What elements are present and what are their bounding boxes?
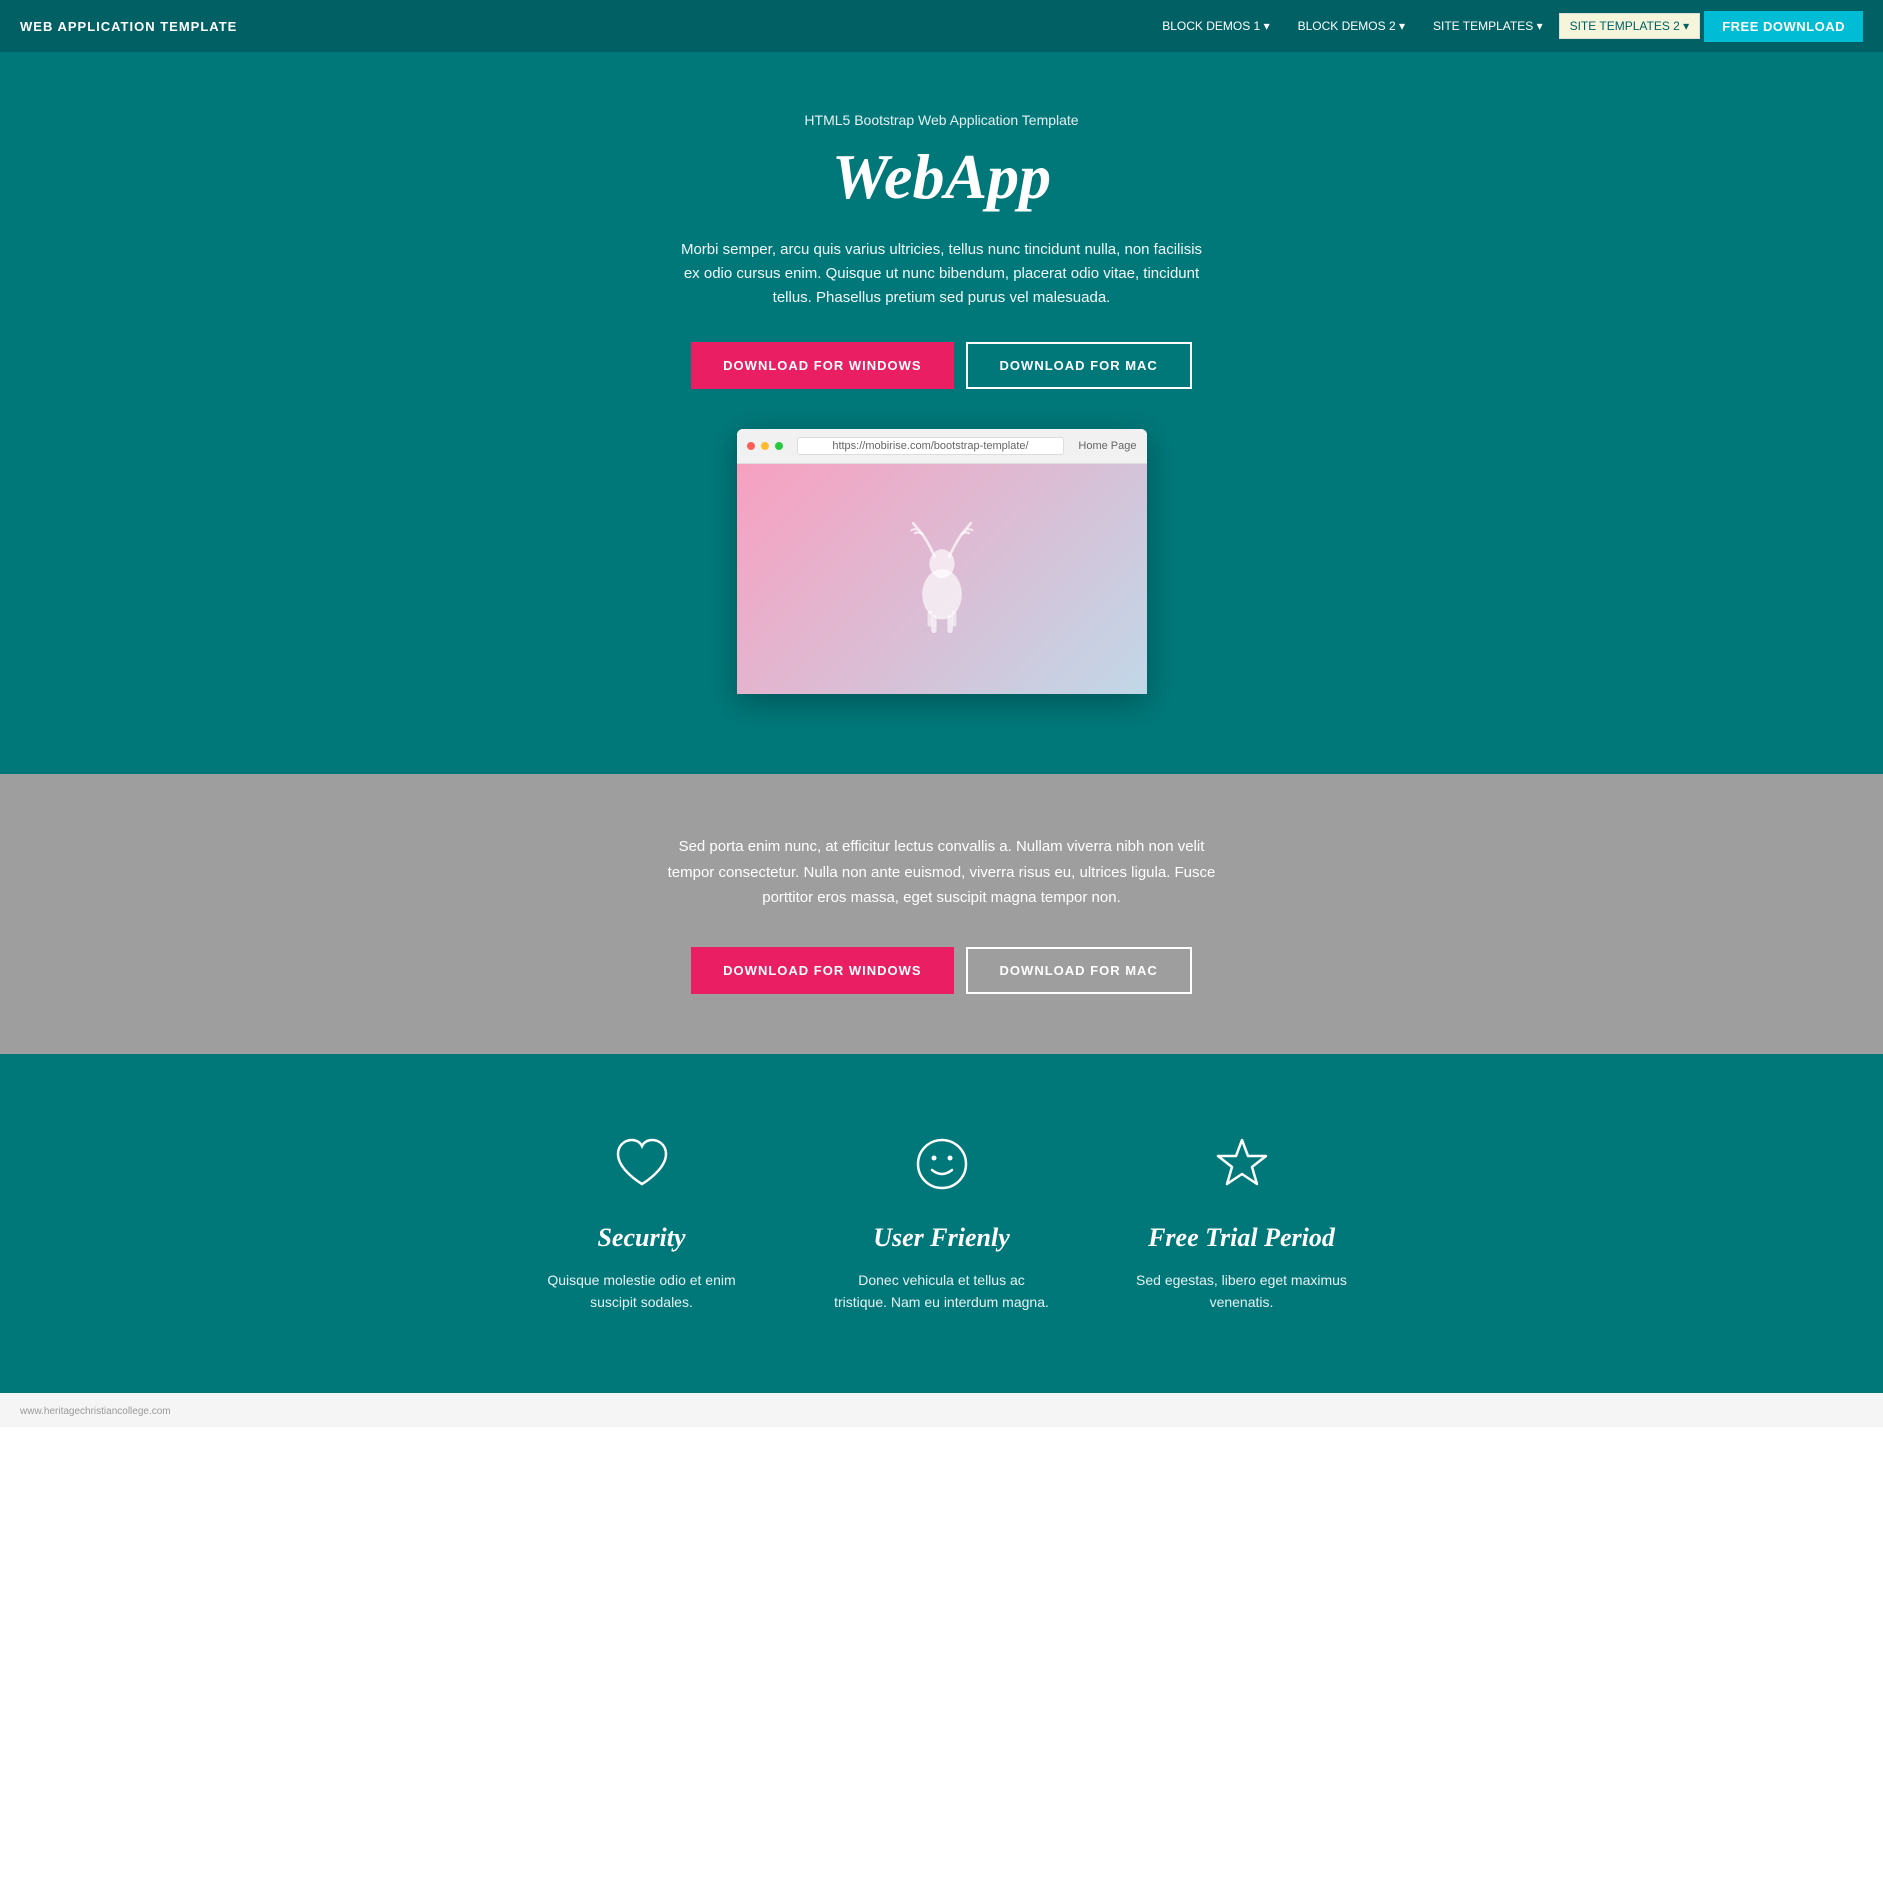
nav-block-demos-1[interactable]: BLOCK DEMOS 1 ▾	[1150, 11, 1281, 41]
browser-content	[737, 464, 1147, 694]
nav-block-demos-2[interactable]: BLOCK DEMOS 2 ▾	[1286, 11, 1417, 41]
grey-description: Sed porta enim nunc, at efficitur lectus…	[662, 834, 1222, 911]
grey-download-mac-button[interactable]: DOWNLOAD FOR MAC	[966, 947, 1192, 994]
feature-security: Security Quisque molestie odio et enim s…	[532, 1134, 752, 1314]
hero-buttons: DOWNLOAD FOR WINDOWS DOWNLOAD FOR MAC	[20, 342, 1863, 389]
features-grid: Security Quisque molestie odio et enim s…	[492, 1134, 1392, 1314]
navbar-brand: WEB APPLICATION TEMPLATE	[20, 19, 237, 34]
feature-free-trial: Free Trial Period Sed egestas, libero eg…	[1132, 1134, 1352, 1314]
navbar: WEB APPLICATION TEMPLATE BLOCK DEMOS 1 ▾…	[0, 0, 1883, 52]
grey-download-windows-button[interactable]: DOWNLOAD FOR WINDOWS	[691, 947, 953, 994]
heart-icon	[532, 1134, 752, 1203]
security-desc: Quisque molestie odio et enim suscipit s…	[532, 1269, 752, 1314]
star-icon	[1132, 1134, 1352, 1203]
browser-home-label: Home Page	[1078, 440, 1136, 452]
free-download-button[interactable]: FREE DOWNLOAD	[1704, 11, 1863, 42]
feature-user-friendly: User Frienly Donec vehicula et tellus ac…	[832, 1134, 1052, 1314]
footer-url: www.heritagechristiancollege.com	[20, 1406, 171, 1417]
browser-bar: https://mobirise.com/bootstrap-template/…	[737, 429, 1147, 464]
hero-download-windows-button[interactable]: DOWNLOAD FOR WINDOWS	[691, 342, 953, 389]
browser-url: https://mobirise.com/bootstrap-template/	[797, 437, 1065, 455]
smiley-icon	[832, 1134, 1052, 1203]
nav-site-templates-2[interactable]: SITE TEMPLATES 2 ▾	[1559, 13, 1701, 39]
free-trial-desc: Sed egestas, libero eget maximus venenat…	[1132, 1269, 1352, 1314]
features-section: Security Quisque molestie odio et enim s…	[0, 1054, 1883, 1394]
user-friendly-desc: Donec vehicula et tellus ac tristique. N…	[832, 1269, 1052, 1314]
hero-title: WebApp	[20, 140, 1863, 214]
grey-section: Sed porta enim nunc, at efficitur lectus…	[0, 774, 1883, 1054]
nav-site-templates[interactable]: SITE TEMPLATES ▾	[1421, 11, 1555, 41]
security-title: Security	[532, 1223, 752, 1253]
free-trial-title: Free Trial Period	[1132, 1223, 1352, 1253]
deer-illustration	[897, 519, 987, 639]
hero-description: Morbi semper, arcu quis varius ultricies…	[672, 238, 1212, 310]
browser-dot-green	[775, 442, 783, 450]
grey-buttons: DOWNLOAD FOR WINDOWS DOWNLOAD FOR MAC	[20, 947, 1863, 994]
browser-dot-red	[747, 442, 755, 450]
browser-mockup: https://mobirise.com/bootstrap-template/…	[737, 429, 1147, 694]
user-friendly-title: User Frienly	[832, 1223, 1052, 1253]
footer: www.heritagechristiancollege.com	[0, 1393, 1883, 1427]
hero-section: HTML5 Bootstrap Web Application Template…	[0, 52, 1883, 774]
hero-subtitle: HTML5 Bootstrap Web Application Template	[20, 112, 1863, 128]
browser-dot-yellow	[761, 442, 769, 450]
hero-download-mac-button[interactable]: DOWNLOAD FOR MAC	[966, 342, 1192, 389]
navbar-nav: BLOCK DEMOS 1 ▾ BLOCK DEMOS 2 ▾ SITE TEM…	[1150, 11, 1863, 42]
